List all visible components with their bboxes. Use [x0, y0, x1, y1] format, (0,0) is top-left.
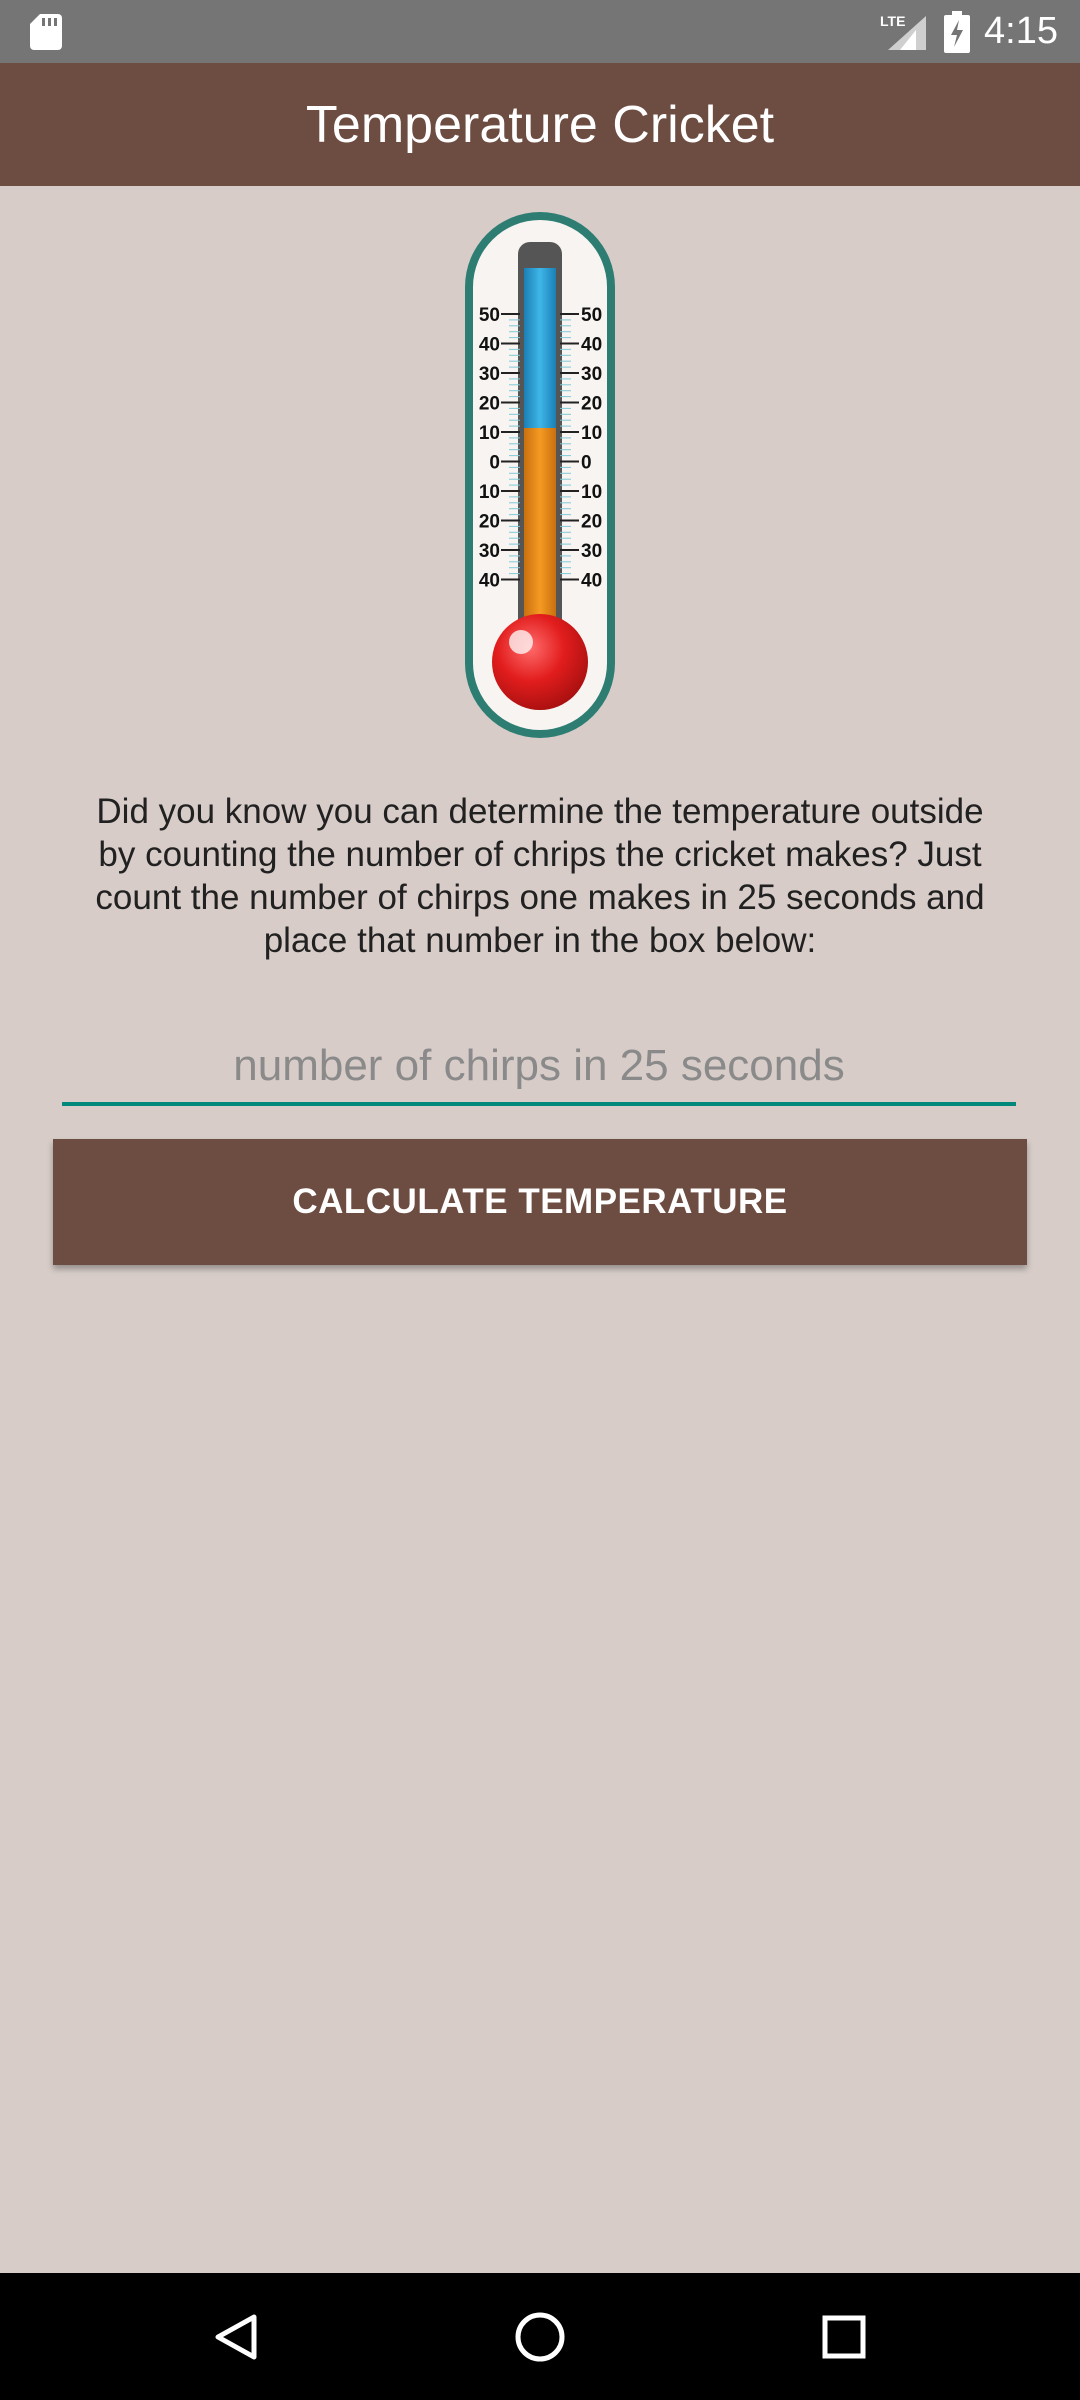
status-bar: LTE 4:15: [0, 0, 1080, 63]
scale-label: 30: [581, 541, 602, 562]
home-icon: [515, 2312, 565, 2362]
scale-label: 20: [479, 394, 500, 415]
navigation-bar: [0, 2273, 1080, 2400]
calculate-temperature-button[interactable]: CALCULATE TEMPERATURE: [53, 1139, 1027, 1265]
scale-label: 40: [581, 571, 602, 592]
recents-button[interactable]: [804, 2297, 884, 2377]
home-button[interactable]: [500, 2297, 580, 2377]
scale-label: 10: [581, 482, 602, 503]
svg-text:LTE: LTE: [880, 13, 905, 29]
scale-label: 20: [479, 512, 500, 533]
status-icons: LTE 4:15: [880, 0, 1058, 63]
app-bar: Temperature Cricket: [0, 63, 1080, 186]
scale-label: 40: [479, 571, 500, 592]
lte-signal-icon: LTE: [880, 13, 927, 50]
scale-label: 30: [479, 541, 500, 562]
info-text: Did you know you can determine the tempe…: [95, 792, 985, 960]
scale-label: 50: [581, 305, 602, 326]
scale-label: 10: [581, 423, 602, 444]
sd-card-icon: [30, 14, 62, 50]
clock: 4:15: [984, 10, 1058, 52]
scale-label: 20: [581, 512, 602, 533]
scale-label: 0: [489, 453, 500, 474]
scale-label: 40: [479, 335, 500, 356]
app-title: Temperature Cricket: [305, 95, 775, 154]
back-icon: [215, 2314, 257, 2360]
scale-label: 30: [479, 364, 500, 385]
scale-label: 10: [479, 482, 500, 503]
battery-charging-icon: [944, 10, 971, 53]
back-button[interactable]: [196, 2297, 276, 2377]
scale-label: 30: [581, 364, 602, 385]
chirps-input[interactable]: [62, 1030, 1016, 1106]
recents-icon: [822, 2315, 866, 2359]
scale-label: 50: [479, 305, 500, 326]
scale-label: 40: [581, 335, 602, 356]
scale-label: 10: [479, 423, 500, 444]
scale-label: 20: [581, 394, 602, 415]
thermometer-icon: 50 50 40 40 30 30 20 20 10 10 0 0 10 10 20 20 30 30 40 40: [465, 212, 615, 738]
scale-label: 0: [581, 453, 592, 474]
